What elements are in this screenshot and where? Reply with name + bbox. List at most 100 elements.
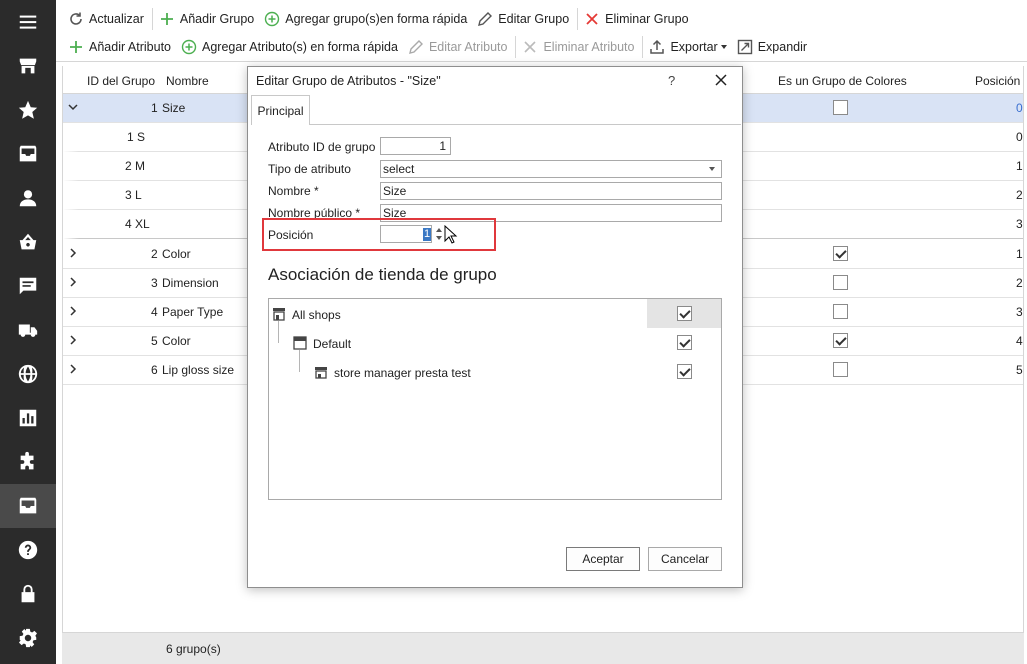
globe-icon[interactable]	[0, 352, 56, 396]
chart-icon[interactable]	[0, 396, 56, 440]
name-label: Nombre *	[268, 184, 319, 198]
quick-add-group-button[interactable]: Agregar grupo(s)en forma rápida	[260, 7, 473, 31]
attribute-type-label: Tipo de atributo	[268, 162, 351, 176]
dialog-title: Editar Grupo de Atributos - "Size"	[256, 74, 441, 88]
quick-add-group-label: Agregar grupo(s)en forma rápida	[285, 11, 468, 26]
gear-icon[interactable]	[0, 616, 56, 660]
puzzle-icon[interactable]	[0, 440, 56, 484]
color-group-checkbox[interactable]	[833, 275, 848, 290]
tree-item-label: store manager presta test	[334, 366, 471, 380]
row-id: 1 S	[127, 130, 146, 144]
store-icon[interactable]	[0, 44, 56, 88]
row-name: Color	[162, 247, 191, 261]
header-position[interactable]: Posición	[975, 74, 1020, 88]
group-toolbar: Actualizar Añadir Grupo Agregar grupo(s)…	[56, 4, 1027, 33]
color-group-checkbox[interactable]	[833, 362, 848, 377]
expand-icon	[737, 39, 752, 55]
export-icon	[650, 39, 665, 54]
header-id[interactable]: ID del Grupo	[87, 74, 155, 88]
toolbar-separator	[515, 36, 517, 58]
row-id: 2 M	[125, 159, 146, 173]
group-id-label: Atributo ID de grupo	[268, 140, 376, 154]
basket-icon[interactable]	[0, 220, 56, 264]
refresh-icon	[70, 12, 82, 25]
delete-x-icon	[586, 12, 598, 25]
edit-attribute-group-dialog: Editar Grupo de Atributos - "Size" ? Pri…	[247, 66, 743, 588]
add-group-label: Añadir Grupo	[179, 11, 255, 26]
messages-icon[interactable]	[0, 264, 56, 308]
tree-item-all-shops[interactable]: All shops	[269, 299, 721, 328]
plus-icon	[160, 12, 173, 25]
catalog-icon[interactable]	[0, 484, 56, 528]
store-checkbox[interactable]	[677, 306, 692, 321]
row-name: Lip gloss size	[162, 363, 235, 377]
dropdown-arrow-icon	[720, 45, 727, 49]
accept-label: Aceptar	[582, 552, 624, 566]
edit-attribute-button[interactable]: Editar Atributo	[404, 35, 514, 59]
color-group-checkbox[interactable]	[833, 246, 848, 261]
row-id: 1	[151, 101, 158, 115]
user-icon[interactable]	[0, 176, 56, 220]
attribute-type-select[interactable]: select	[380, 160, 722, 178]
expand-button[interactable]: Expandir	[733, 35, 813, 59]
menu-icon[interactable]	[0, 0, 56, 44]
store-checkbox[interactable]	[677, 335, 692, 350]
row-position: 3	[1016, 305, 1023, 319]
row-position: 2	[1016, 276, 1023, 290]
chevron-right-icon[interactable]	[67, 305, 79, 317]
pencil-icon	[478, 11, 493, 26]
cancel-label: Cancelar	[660, 552, 710, 566]
help-button[interactable]: ?	[668, 73, 675, 88]
edit-group-button[interactable]: Editar Grupo	[473, 7, 575, 31]
star-icon[interactable]	[0, 88, 56, 132]
refresh-button[interactable]: Actualizar	[64, 7, 150, 31]
attribute-toolbar: Añadir Atributo Agregar Atributo(s) en f…	[56, 33, 1027, 62]
header-is-color[interactable]: Es un Grupo de Colores	[778, 74, 907, 88]
row-position: 5	[1016, 363, 1023, 377]
quick-add-attribute-button[interactable]: Agregar Atributo(s) en forma rápida	[177, 35, 404, 59]
delete-group-button[interactable]: Eliminar Grupo	[580, 7, 694, 31]
export-button[interactable]: Exportar	[645, 35, 732, 59]
lock-icon[interactable]	[0, 572, 56, 616]
group-id-input[interactable]: 1	[380, 137, 451, 155]
pencil-icon	[408, 40, 423, 54]
color-group-checkbox[interactable]	[833, 333, 848, 348]
chevron-right-icon[interactable]	[67, 363, 79, 375]
cancel-button[interactable]: Cancelar	[648, 547, 722, 571]
delete-group-label: Eliminar Grupo	[605, 11, 689, 26]
position-highlight-box	[262, 218, 496, 251]
tab-principal[interactable]: Principal	[251, 95, 310, 125]
truck-icon[interactable]	[0, 308, 56, 352]
close-icon[interactable]	[714, 73, 728, 87]
accept-button[interactable]: Aceptar	[566, 547, 640, 571]
add-attribute-button[interactable]: Añadir Atributo	[64, 35, 177, 59]
export-label: Exportar	[670, 40, 718, 54]
grid-footer: 6 grupo(s)	[62, 632, 1024, 664]
expand-label: Expandir	[757, 40, 808, 54]
header-name[interactable]: Nombre	[166, 74, 209, 88]
store-association-title: Asociación de tienda de grupo	[268, 265, 497, 284]
color-group-checkbox[interactable]	[833, 100, 848, 115]
store-icon	[315, 367, 327, 379]
row-name: Color	[162, 334, 191, 348]
tree-item-store[interactable]: store manager presta test	[269, 357, 721, 386]
chevron-right-icon[interactable]	[67, 334, 79, 346]
add-group-button[interactable]: Añadir Grupo	[155, 7, 260, 31]
row-name: Paper Type	[162, 305, 224, 319]
chevron-down-icon[interactable]	[67, 101, 79, 113]
tree-item-default[interactable]: Default	[269, 328, 721, 357]
color-group-checkbox[interactable]	[833, 304, 848, 319]
row-id: 5	[151, 334, 158, 348]
row-position: 0	[1016, 101, 1023, 115]
delete-x-icon	[524, 41, 537, 53]
row-name: Size	[162, 101, 186, 115]
row-id: 3 L	[125, 188, 142, 202]
help-icon[interactable]	[0, 528, 56, 572]
delete-attribute-button[interactable]: Eliminar Atributo	[518, 35, 640, 59]
chevron-right-icon[interactable]	[67, 276, 79, 288]
name-input[interactable]: Size	[380, 182, 722, 200]
inbox-icon[interactable]	[0, 132, 56, 176]
store-checkbox[interactable]	[677, 364, 692, 379]
refresh-label: Actualizar	[89, 11, 144, 26]
chevron-right-icon[interactable]	[67, 247, 79, 259]
